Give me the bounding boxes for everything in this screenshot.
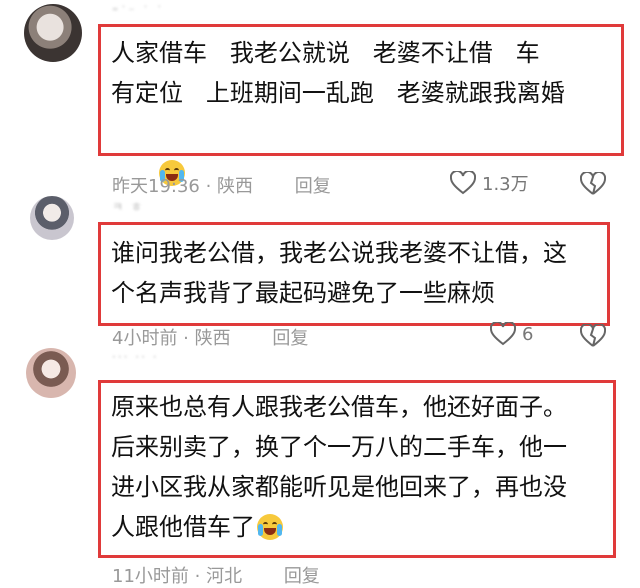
username[interactable]: ㅋ ㅎ [112,198,182,216]
comment-text-line: 个名声我背了最起码避免了一些麻烦 [111,279,495,307]
like-button[interactable]: 6 [490,322,533,346]
comment-text-line: 进小区我从家都能听见是他回来了，再也没 [111,473,567,501]
highlighted-comment-text: 人家借车 我老公就说 老婆不让借 车 有定位 上班期间一乱跑 老婆就跟我离婚 [98,24,624,186]
highlighted-comment-text: 谁问我老公借，我老公说我老婆不让借，这 个名声我背了最起码避免了一些麻烦 [98,222,610,326]
broken-heart-icon[interactable] [580,172,606,196]
highlighted-comment-text: 原来也总有人跟我老公借车，他还好面子。 后来别卖了，换了个一万八的二手车，他一 … [98,380,616,558]
like-count: 1.3万 [482,174,529,195]
avatar[interactable] [24,4,82,62]
comment-text-line: 有定位 上班期间一乱跑 老婆就跟我离婚 [111,79,565,107]
comment-2: ㅋ ㅎ 谁问我老公借，我老公说我老婆不让借，这 个名声我背了最起码避免了一些麻烦… [0,196,640,349]
username[interactable]: ⁼˙⁻ ˙ ˙ [112,4,182,22]
comment-meta: 昨天19:36 · 陕西 回复 [112,172,331,198]
comment-text-line: 谁问我老公借，我老公说我老婆不让借，这 [111,239,567,267]
comment-1: ⁼˙⁻ ˙ ˙ 人家借车 我老公就说 老婆不让借 车 有定位 上班期间一乱跑 老… [0,0,640,200]
comment-3: ··· ·· · 原来也总有人跟我老公借车，他还好面子。 后来别卖了，换了个一万… [0,346,640,588]
avatar[interactable] [30,196,74,240]
comment-text: 人跟他借车了 [111,513,255,541]
reply-button[interactable]: 回复 [295,176,331,197]
broken-heart-icon[interactable] [580,324,606,348]
comment-meta: 11小时前 · 河北 回复 [112,562,320,588]
laugh-cry-emoji-icon [257,514,283,540]
comment-text-line: 人家借车 我老公就说 老婆不让借 车 [111,39,540,67]
timestamp: 11小时前 · 河北 [112,566,243,587]
reply-button[interactable]: 回复 [284,566,320,587]
comment-text-line: 后来别卖了，换了个一万八的二手车，他一 [111,433,567,461]
comment-text-line: 人跟他借车了 [101,507,613,547]
heart-icon [450,171,476,195]
like-button[interactable]: 1.3万 [450,170,529,196]
avatar[interactable] [26,348,76,398]
username[interactable]: ··· ·· · [112,350,182,368]
heart-icon [490,322,516,346]
timestamp: 昨天19:36 · 陕西 [112,176,254,197]
comment-text-line: 原来也总有人跟我老公借车，他还好面子。 [111,393,567,421]
like-count: 6 [522,323,534,345]
